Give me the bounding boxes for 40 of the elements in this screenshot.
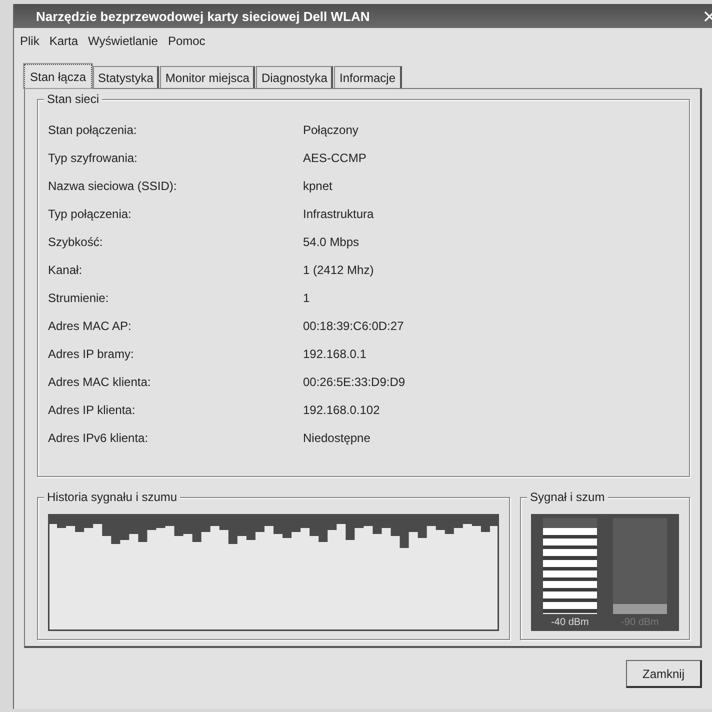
field-label: Adres MAC AP: bbox=[48, 318, 132, 334]
tab[interactable]: Statystyka bbox=[93, 66, 160, 88]
field-value: Infrastruktura bbox=[303, 206, 375, 222]
menu-item[interactable]: Plik bbox=[20, 33, 40, 49]
field-value: 00:26:5E:33:D9:D9 bbox=[303, 374, 406, 390]
group-title: Stan sieci bbox=[44, 92, 102, 106]
field-label: Strumienie: bbox=[48, 290, 110, 306]
field-label: Kanał: bbox=[48, 262, 84, 278]
field-label: Adres IP klienta: bbox=[48, 402, 136, 418]
field-value: 1 bbox=[303, 290, 311, 306]
close-button[interactable]: Zamknij bbox=[626, 660, 702, 688]
field-label: Adres MAC klienta: bbox=[48, 374, 152, 390]
tab[interactable]: Informacje bbox=[334, 66, 402, 88]
group-title: Sygnał i szum bbox=[527, 490, 608, 504]
menu-item[interactable]: Wyświetlanie bbox=[88, 33, 158, 49]
field-value: 192.168.0.102 bbox=[303, 402, 381, 418]
field-value: kpnet bbox=[303, 178, 334, 194]
field-value: 00:18:39:C6:0D:27 bbox=[303, 318, 405, 334]
tab[interactable]: Stan łącza bbox=[24, 64, 92, 88]
field-label: Szybkość: bbox=[48, 234, 104, 250]
menu-item[interactable]: Pomoc bbox=[168, 33, 206, 49]
field-label: Adres IPv6 klienta: bbox=[48, 430, 150, 446]
field-value: Połączony bbox=[303, 122, 360, 138]
field-label: Adres IP bramy: bbox=[48, 346, 135, 362]
meter-reading: -40 dBm bbox=[551, 617, 589, 628]
tab[interactable]: Diagnostyka bbox=[256, 66, 334, 88]
field-label: Typ szyfrowania: bbox=[48, 150, 138, 166]
close-icon[interactable] bbox=[704, 10, 712, 22]
group-title: Historia sygnału i szumu bbox=[44, 490, 180, 504]
field-value: 54.0 Mbps bbox=[303, 234, 360, 250]
field-label: Typ połączenia: bbox=[48, 206, 132, 222]
field-value: AES-CCMP bbox=[303, 150, 368, 166]
field-label: Nazwa sieciowa (SSID): bbox=[48, 178, 178, 194]
field-label: Stan połączenia: bbox=[48, 122, 138, 138]
field-value: 192.168.0.1 bbox=[303, 346, 368, 362]
field-value: Niedostępne bbox=[303, 430, 372, 446]
field-value: 1 (2412 Mhz) bbox=[303, 262, 375, 278]
window-title: Narzędzie bezprzewodowej karty sieciowej Dell WLAN bbox=[36, 8, 370, 24]
menu-item[interactable]: Karta bbox=[49, 33, 78, 49]
tab[interactable]: Monitor miejsca bbox=[160, 66, 256, 88]
